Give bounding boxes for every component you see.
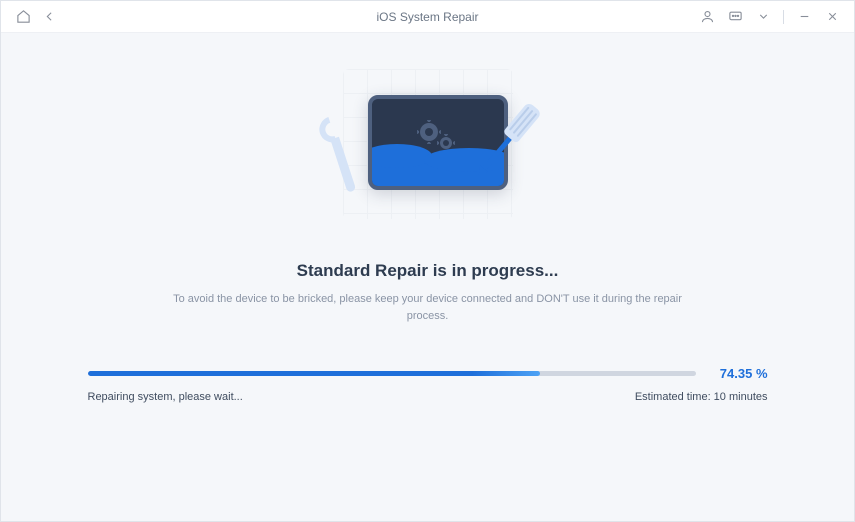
progress-section: 74.35 % Repairing system, please wait...… — [88, 366, 768, 403]
app-window: iOS System Repair — [0, 0, 855, 522]
page-heading: Standard Repair is in progress... — [297, 261, 559, 281]
main-content: Standard Repair is in progress... To avo… — [1, 33, 854, 521]
progress-eta-text: Estimated time: 10 minutes — [635, 391, 768, 403]
wrench-icon — [318, 114, 362, 198]
titlebar-right — [680, 9, 840, 25]
close-icon[interactable] — [824, 9, 840, 25]
minimize-icon[interactable] — [796, 9, 812, 25]
gear-icon — [420, 123, 438, 141]
titlebar-left — [15, 9, 175, 25]
page-subtext: To avoid the device to be bricked, pleas… — [168, 291, 688, 324]
titlebar: iOS System Repair — [1, 1, 854, 33]
progress-row: 74.35 % — [88, 366, 768, 381]
titlebar-divider — [783, 10, 784, 24]
back-icon[interactable] — [41, 9, 57, 25]
progress-percent: 74.35 % — [712, 366, 768, 381]
chevron-down-icon[interactable] — [755, 9, 771, 25]
progress-caption: Repairing system, please wait... Estimat… — [88, 391, 768, 403]
gear-icon — [440, 137, 452, 149]
progress-fill — [88, 371, 540, 376]
illustration-group — [313, 65, 543, 245]
home-icon[interactable] — [15, 9, 31, 25]
progress-status-text: Repairing system, please wait... — [88, 391, 243, 403]
feedback-icon[interactable] — [727, 9, 743, 25]
account-icon[interactable] — [699, 9, 715, 25]
window-title: iOS System Repair — [175, 10, 680, 24]
device-screen-icon — [368, 95, 508, 190]
progress-bar — [88, 371, 696, 376]
repair-illustration — [313, 65, 543, 245]
